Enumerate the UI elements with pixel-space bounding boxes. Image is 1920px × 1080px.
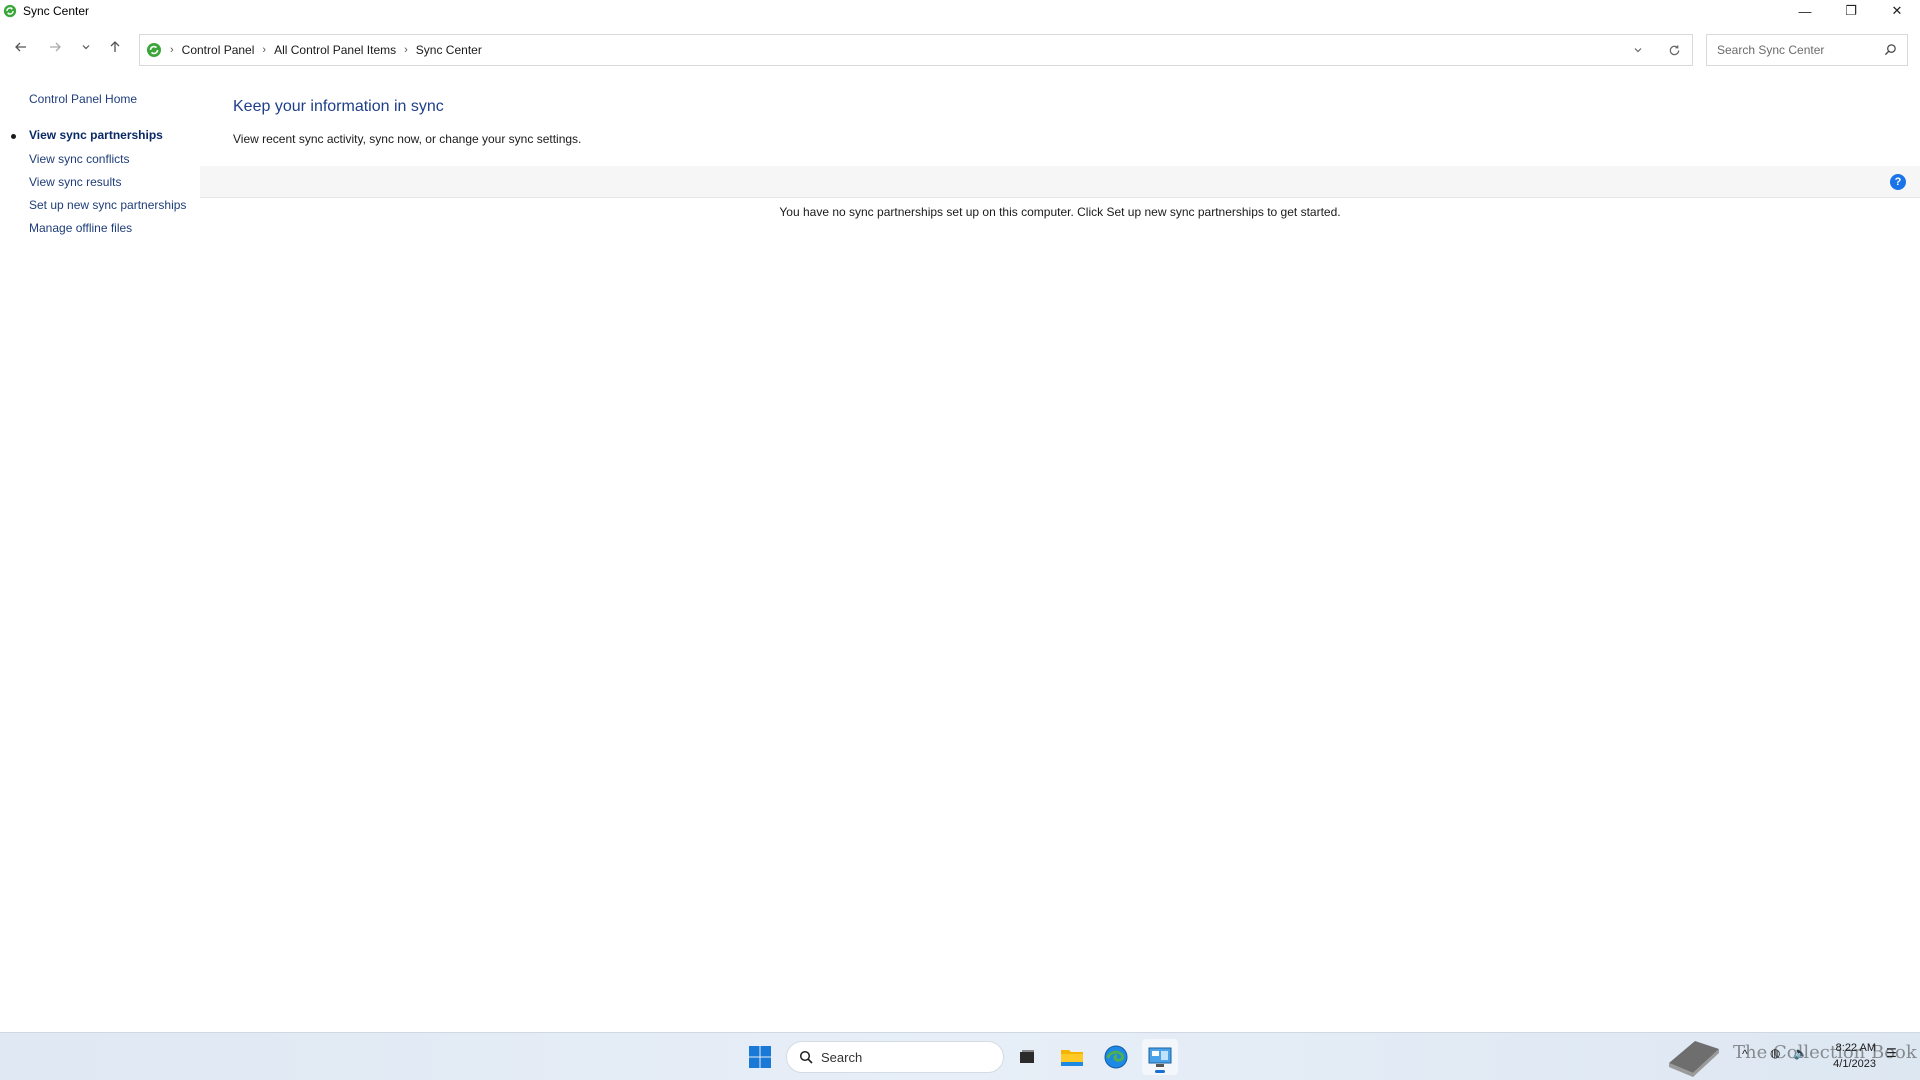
search-icon[interactable] — [1884, 43, 1897, 56]
arrow-up-icon — [110, 41, 120, 52]
search-input[interactable] — [1715, 42, 1875, 58]
file-explorer-button[interactable] — [1054, 1039, 1090, 1075]
page-title: Keep your information in sync — [233, 98, 444, 115]
taskbar-search[interactable]: Search — [786, 1041, 1004, 1073]
taskbar: Search The Collection Book ^ ◍ 🔈 8:22 AM… — [0, 1032, 1920, 1080]
restore-button[interactable]: ❐ — [1828, 0, 1874, 22]
minimize-button[interactable]: — — [1782, 0, 1828, 22]
current-page-bullet — [11, 134, 16, 139]
task-view-button[interactable] — [1009, 1039, 1045, 1075]
refresh-button[interactable] — [1656, 35, 1692, 65]
watermark-logo — [1665, 1037, 1723, 1080]
time: 8:22 AM — [1835, 1042, 1876, 1054]
help-icon[interactable]: ? — [1890, 174, 1906, 190]
edge-icon — [1104, 1045, 1128, 1069]
notifications-icon[interactable]: ☰ — [1886, 1046, 1897, 1060]
command-bar: ? — [200, 166, 1920, 198]
navigation-bar: › Control Panel › All Control Panel Item… — [0, 22, 1920, 78]
window-controls: — ❐ ✕ — [1782, 0, 1920, 22]
search-box[interactable] — [1706, 34, 1908, 66]
title-bar: Sync Center — ❐ ✕ — [0, 0, 1920, 22]
window-title: Sync Center — [23, 4, 90, 18]
task-view-icon — [1020, 1050, 1034, 1063]
network-icon[interactable]: ◍ — [1770, 1046, 1780, 1060]
taskbar-search-label: Search — [821, 1049, 863, 1065]
back-button[interactable] — [10, 36, 32, 58]
breadcrumb-control-panel[interactable]: Control Panel — [182, 43, 255, 57]
book-icon — [1669, 1041, 1719, 1077]
refresh-icon — [1669, 44, 1679, 55]
view-sync-results-link[interactable]: View sync results — [29, 175, 121, 189]
chevron-up-icon[interactable]: ^ — [1742, 1047, 1748, 1061]
sync-center-icon — [3, 4, 17, 18]
up-button[interactable] — [104, 36, 126, 58]
chevron-down-icon — [82, 45, 90, 50]
sync-center-icon — [147, 43, 161, 57]
search-icon — [799, 1050, 813, 1064]
active-app-indicator — [1155, 1070, 1165, 1073]
empty-state-message: You have no sync partnerships set up on … — [779, 205, 1341, 219]
date: 4/1/2023 — [1833, 1058, 1876, 1070]
control-panel-icon — [1148, 1047, 1172, 1067]
arrow-left-icon — [15, 42, 26, 52]
windows-logo-icon — [749, 1046, 771, 1068]
recent-locations-button[interactable] — [75, 36, 97, 58]
control-panel-home-link[interactable]: Control Panel Home — [29, 92, 137, 106]
chevron-right-icon[interactable]: › — [404, 44, 408, 56]
start-button[interactable] — [742, 1039, 778, 1075]
page-description: View recent sync activity, sync now, or … — [233, 132, 582, 146]
view-sync-partnerships-link[interactable]: View sync partnerships — [29, 128, 163, 142]
manage-offline-files-link[interactable]: Manage offline files — [29, 221, 132, 235]
breadcrumb-sync-center[interactable]: Sync Center — [416, 43, 482, 57]
edge-browser-button[interactable] — [1098, 1039, 1134, 1075]
breadcrumb-all-control-panel-items[interactable]: All Control Panel Items — [274, 43, 396, 57]
close-button[interactable]: ✕ — [1874, 0, 1920, 22]
folder-icon — [1061, 1050, 1083, 1066]
chevron-down-icon — [1634, 48, 1642, 53]
left-navigation-pane: Control Panel Home View sync partnership… — [0, 78, 200, 1028]
control-panel-taskbar-button[interactable] — [1142, 1039, 1178, 1075]
arrow-right-icon — [50, 42, 61, 52]
address-history-button[interactable] — [1620, 35, 1656, 65]
forward-button[interactable] — [44, 36, 66, 58]
chevron-right-icon[interactable]: › — [170, 44, 174, 56]
chevron-right-icon[interactable]: › — [262, 44, 266, 56]
main-content: Keep your information in sync View recen… — [200, 78, 1920, 1028]
set-up-new-sync-partnerships-link[interactable]: Set up new sync partnerships — [29, 198, 186, 212]
address-bar[interactable]: › Control Panel › All Control Panel Item… — [139, 34, 1693, 66]
volume-icon[interactable]: 🔈 — [1793, 1046, 1808, 1060]
clock[interactable]: 8:22 AM 4/1/2023 — [1814, 1040, 1876, 1072]
view-sync-conflicts-link[interactable]: View sync conflicts — [29, 152, 129, 166]
